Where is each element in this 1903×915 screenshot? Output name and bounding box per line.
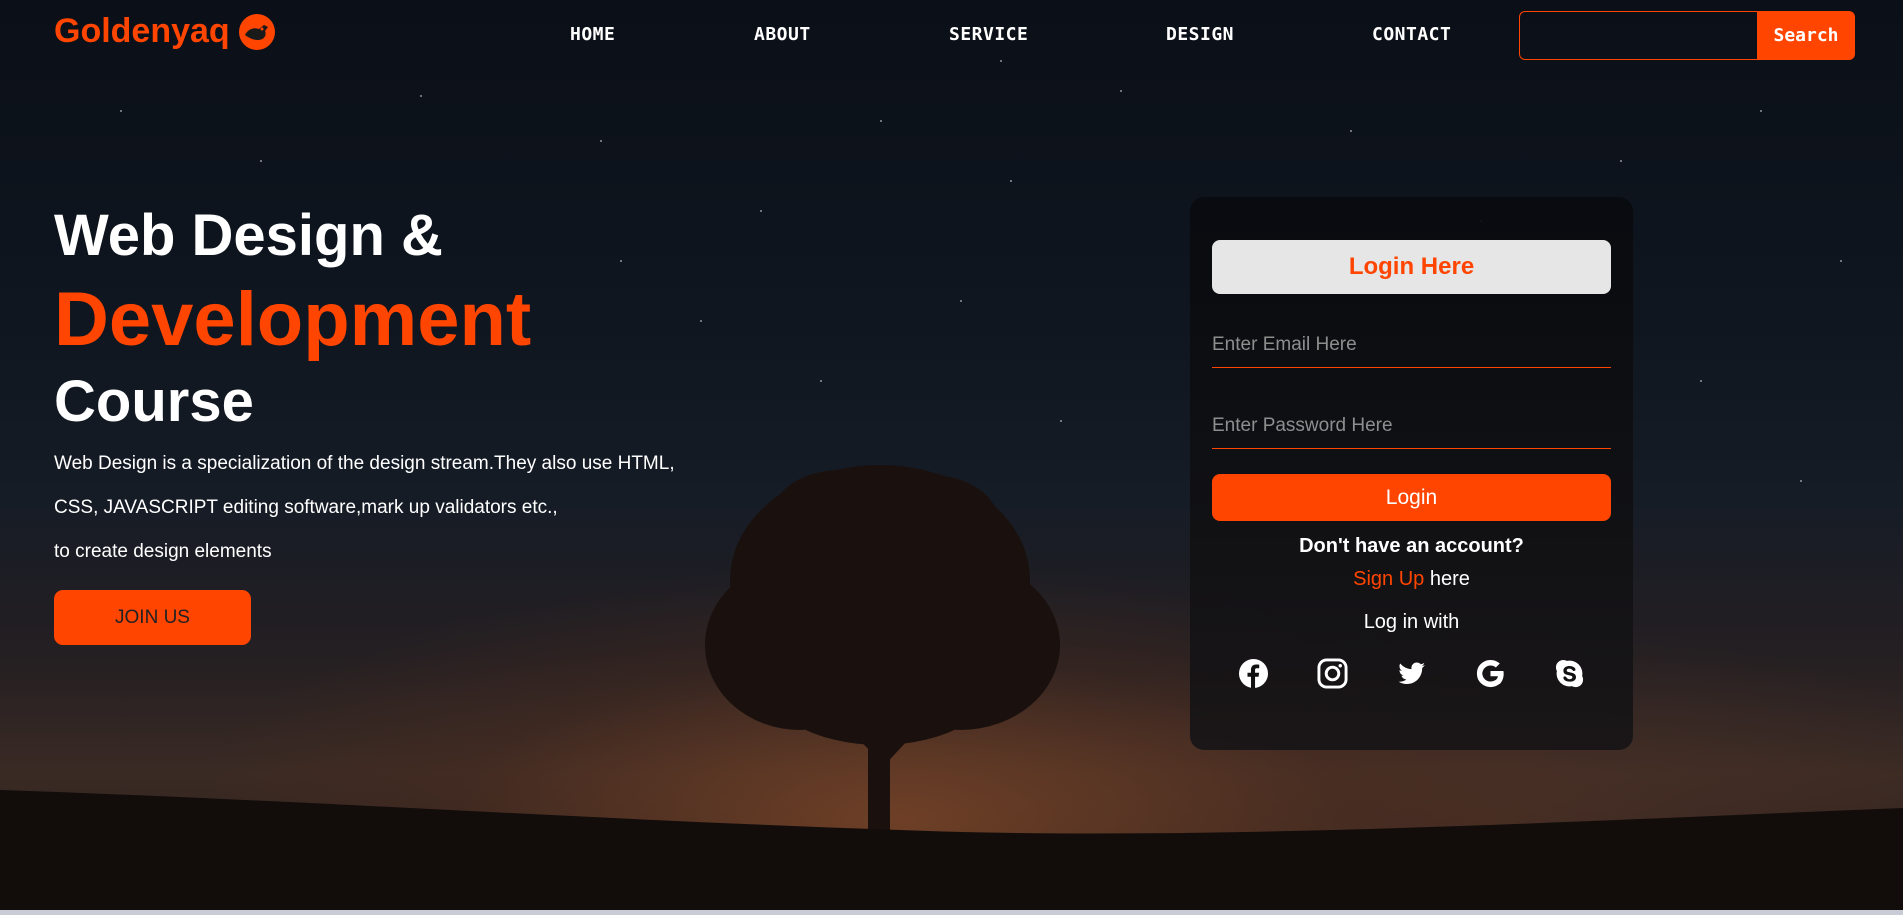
social-login-icons <box>1212 658 1611 689</box>
hero-title-line1: Web Design & <box>54 203 443 268</box>
password-field[interactable] <box>1212 403 1611 449</box>
login-card: Login Here Login Don't have an account? … <box>1190 197 1633 750</box>
hero-content: Web Design & Development Course Web Desi… <box>54 200 754 645</box>
nav-link-service[interactable]: SERVICE <box>949 24 1028 45</box>
signup-link[interactable]: Sign Up <box>1353 568 1424 590</box>
hero-title-line2: Development <box>54 277 532 362</box>
hero-title-line3: Course <box>54 369 254 434</box>
search-input[interactable] <box>1519 11 1757 60</box>
nav-link-contact[interactable]: CONTACT <box>1372 24 1451 45</box>
bottom-strip <box>0 910 1903 915</box>
instagram-icon[interactable] <box>1317 658 1348 689</box>
navbar: Goldenyaq HOME ABOUT SERVICE DESIGN CONT… <box>0 0 1903 72</box>
no-account-text: Don't have an account? <box>1299 535 1524 557</box>
hero-description-line: CSS, JAVASCRIPT editing software,mark up… <box>54 497 558 518</box>
login-here-button[interactable]: Login Here <box>1212 240 1611 294</box>
email-field[interactable] <box>1212 322 1611 368</box>
nav-link-home[interactable]: HOME <box>570 24 615 45</box>
signup-line: Sign Up here <box>1212 568 1611 591</box>
nav-link-design[interactable]: DESIGN <box>1166 24 1234 45</box>
hero-description-line: Web Design is a specialization of the de… <box>54 453 675 474</box>
search-bar: Search <box>1519 11 1855 60</box>
twitter-icon[interactable] <box>1396 658 1427 689</box>
hill-silhouette <box>0 790 1903 910</box>
skype-icon[interactable] <box>1554 658 1585 689</box>
join-us-button[interactable]: JOIN US <box>54 590 251 645</box>
login-button[interactable]: Login <box>1212 474 1611 521</box>
login-with-text: Log in with <box>1363 611 1460 633</box>
facebook-icon[interactable] <box>1238 658 1269 689</box>
hero-description: Web Design is a specialization of the de… <box>54 442 754 574</box>
google-icon[interactable] <box>1475 658 1506 689</box>
hero-description-line: to create design elements <box>54 541 272 562</box>
nav-link-about[interactable]: ABOUT <box>754 24 811 45</box>
signup-suffix: here <box>1424 568 1470 590</box>
search-button[interactable]: Search <box>1757 11 1855 60</box>
